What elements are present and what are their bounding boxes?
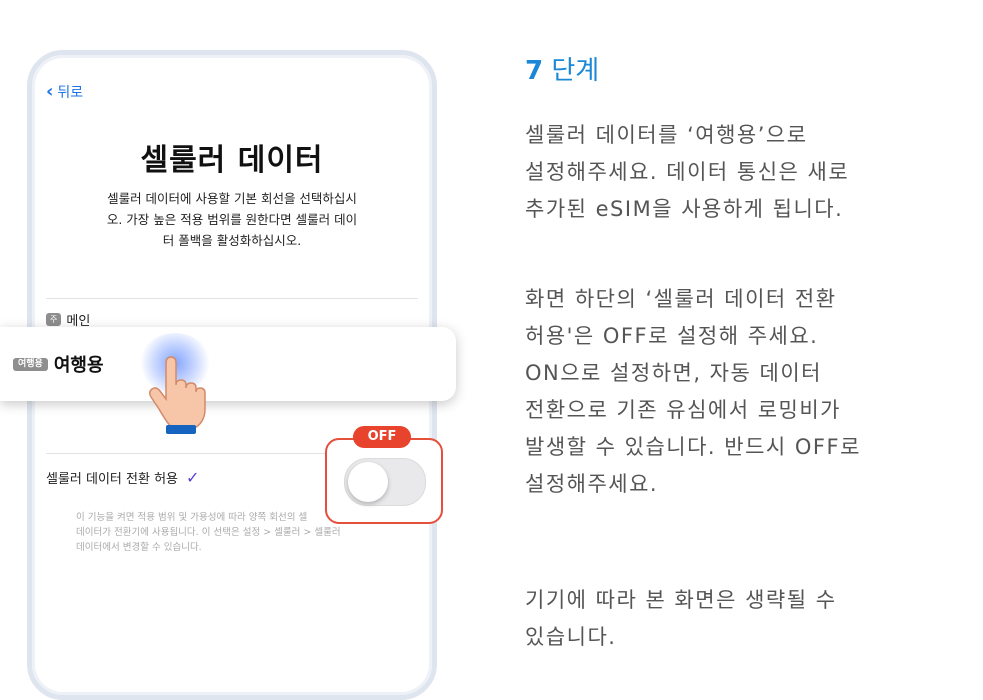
checkmark-icon: ✓ xyxy=(186,468,200,487)
step-number: 7 xyxy=(525,56,544,86)
back-button[interactable]: ‹ 뒤로 xyxy=(46,82,83,102)
instruction-line: 있습니다. xyxy=(525,625,617,649)
switch-knob xyxy=(348,462,388,502)
off-badge: OFF xyxy=(353,426,411,448)
divider xyxy=(46,298,418,299)
description-line: 오. 가장 높은 적용 범위를 원한다면 셀룰러 데이 xyxy=(106,212,358,227)
line-tag: 주 xyxy=(46,313,62,326)
line-label: 여행용 xyxy=(53,355,104,376)
instruction-paragraph-2: 화면 하단의 ‘셀룰러 데이터 전환 허용'은 OFF로 설정해 주세요. ON… xyxy=(525,281,965,503)
line-option-travel[interactable]: 여행용 여행용 xyxy=(0,327,456,401)
help-line: 데이터가 전환기에 사용됩니다. 이 선택은 설정 > 셀룰러 > 셀룰러 xyxy=(76,527,341,538)
back-label: 뒤로 xyxy=(57,85,84,101)
hand-sleeve xyxy=(166,425,196,434)
instruction-line: ON으로 설정하면, 자동 데이터 xyxy=(525,361,822,385)
pointing-hand-icon xyxy=(148,356,206,430)
switch-label: 셀룰러 데이터 전환 허용 xyxy=(46,472,178,487)
instruction-line: 설정해주세요. xyxy=(525,472,659,496)
help-line: 데이터에서 변경할 수 있습니다. xyxy=(76,542,202,553)
instruction-line: 발생할 수 있습니다. 반드시 OFF로 xyxy=(525,435,861,459)
instruction-line: 기기에 따라 본 화면은 생략될 수 xyxy=(525,588,837,612)
step-word: 단계 xyxy=(551,56,600,86)
description-line: 터 폴백을 활성화하십시오. xyxy=(162,233,302,248)
instruction-line: 전환으로 기존 유심에서 로밍비가 xyxy=(525,398,842,422)
instruction-line: 셀룰러 데이터를 ‘여행용’으로 xyxy=(525,123,808,147)
instruction-paragraph-3: 기기에 따라 본 화면은 생략될 수 있습니다. xyxy=(525,582,965,656)
instruction-paragraph-1: 셀룰러 데이터를 ‘여행용’으로 설정해주세요. 데이터 통신은 새로 추가된 … xyxy=(525,117,965,228)
line-tag: 여행용 xyxy=(13,357,48,371)
instruction-line: 설정해주세요. 데이터 통신은 새로 xyxy=(525,160,850,184)
instruction-line: 화면 하단의 ‘셀룰러 데이터 전환 xyxy=(525,287,837,311)
instruction-line: 추가된 eSIM을 사용하게 됩니다. xyxy=(525,197,844,221)
page-description: 셀룰러 데이터에 사용할 기본 회선을 선택하십시 오. 가장 높은 적용 범위… xyxy=(72,188,392,251)
chevron-left-icon: ‹ xyxy=(46,81,54,102)
step-heading: 7 단계 xyxy=(525,50,599,87)
page-title: 셀룰러 데이터 xyxy=(140,143,324,178)
description-line: 셀룰러 데이터에 사용할 기본 회선을 선택하십시 xyxy=(107,191,357,206)
cellular-switch-toggle[interactable] xyxy=(344,458,426,506)
instruction-line: 허용'은 OFF로 설정해 주세요. xyxy=(525,324,819,348)
cellular-switch-row: 셀룰러 데이터 전환 허용 ✓ xyxy=(46,468,199,487)
